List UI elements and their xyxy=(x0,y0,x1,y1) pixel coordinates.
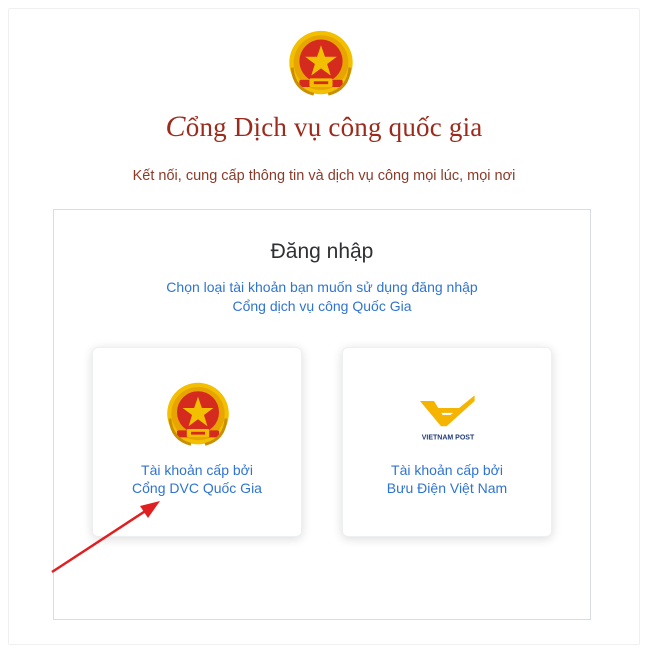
login-option-vnpost-card[interactable]: VIETNAM POST Tài khoản cấp bởi Bưu Điện … xyxy=(342,347,552,537)
login-instruction-line2: Cổng dịch vụ công Quốc Gia xyxy=(232,298,412,314)
login-option-dvc-label: Tài khoản cấp bởi Cổng DVC Quốc Gia xyxy=(93,461,301,497)
card-label-line1: Tài khoản cấp bởi xyxy=(141,462,253,478)
vietnam-post-logo-icon: VIETNAM POST xyxy=(420,395,475,442)
portal-title-initial: C xyxy=(165,110,186,143)
portal-tagline: Kết nối, cung cấp thông tin và dịch vụ c… xyxy=(132,168,516,184)
login-panel: Đăng nhập Chọn loại tài khoản bạn muốn s… xyxy=(53,209,591,620)
login-instruction: Chọn loại tài khoản bạn muốn sử dụng đăn… xyxy=(54,278,590,316)
card-label-line2: Cổng DVC Quốc Gia xyxy=(132,480,262,496)
national-emblem-icon xyxy=(167,382,229,446)
login-option-dvc-card[interactable]: Tài khoản cấp bởi Cổng DVC Quốc Gia xyxy=(92,347,302,537)
login-heading: Đăng nhập xyxy=(270,240,374,263)
vietnam-post-logo-text: VIETNAM POST xyxy=(422,435,475,442)
card-label-line1: Tài khoản cấp bởi xyxy=(391,462,503,478)
portal-title-rest: ổng Dịch vụ công quốc gia xyxy=(185,112,483,142)
login-option-vnpost-label: Tài khoản cấp bởi Bưu Điện Việt Nam xyxy=(343,461,551,497)
portal-title: Cổng Dịch vụ công quốc gia xyxy=(0,110,648,144)
card-label-line2: Bưu Điện Việt Nam xyxy=(386,480,508,496)
national-emblem-icon xyxy=(289,30,353,96)
login-instruction-line1: Chọn loại tài khoản bạn muốn sử dụng đăn… xyxy=(166,279,478,295)
